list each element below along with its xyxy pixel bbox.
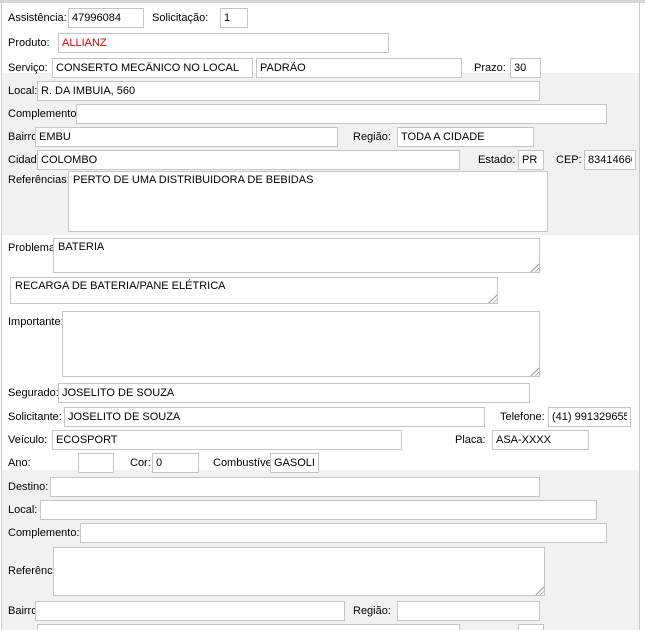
telefone-field[interactable] <box>548 407 631 427</box>
solicitacao-label: Solicitação: <box>152 12 208 24</box>
importante-textarea[interactable] <box>62 311 540 377</box>
placa-label: Placa: <box>455 434 486 446</box>
importante-label: Importante: <box>8 316 64 328</box>
right-border <box>639 3 640 630</box>
problema-label: Problema: <box>8 242 58 254</box>
telefone-label: Telefone: <box>500 411 545 423</box>
produto-label: Produto: <box>8 37 50 49</box>
segurado-label: Segurado: <box>8 387 59 399</box>
cidade-field[interactable] <box>37 150 460 170</box>
cor-field[interactable] <box>152 453 199 473</box>
destino-regiao-label: Região: <box>353 605 391 617</box>
servico-field[interactable] <box>52 58 253 78</box>
local-label: Local: <box>8 85 37 97</box>
destino-cidade-field[interactable] <box>37 624 460 630</box>
complemento-field[interactable] <box>76 104 607 124</box>
ano-field[interactable] <box>78 453 114 473</box>
placa-field[interactable] <box>492 430 589 450</box>
solicitante-label: Solicitante: <box>8 411 62 423</box>
combustivel-label: Combustível: <box>213 457 277 469</box>
local-field[interactable] <box>37 81 540 101</box>
regiao-field[interactable] <box>397 127 534 147</box>
cep-label: CEP: <box>556 154 582 166</box>
ano-label: Ano: <box>8 457 31 469</box>
assistencia-label: Assistência: <box>8 12 67 24</box>
destino-label: Destino: <box>8 481 48 493</box>
solicitacao-field[interactable] <box>220 8 248 28</box>
assistencia-field[interactable] <box>68 8 144 28</box>
segurado-field[interactable] <box>58 383 530 403</box>
destino-local-label: Local: <box>8 504 37 516</box>
bairro-field[interactable] <box>35 127 338 147</box>
servico-label: Serviço: <box>8 62 48 74</box>
destino-complemento-label: Complemento: <box>8 527 80 539</box>
problema-textarea[interactable]: BATERIA <box>53 238 540 273</box>
destino-local-field[interactable] <box>40 500 597 520</box>
prazo-label: Prazo: <box>474 62 506 74</box>
combustivel-field[interactable] <box>270 453 319 473</box>
service-request-form: Assistência: Solicitação: Produto: Servi… <box>0 0 645 630</box>
veiculo-label: Veículo: <box>8 434 47 446</box>
referencias-label: Referências: <box>8 174 70 186</box>
estado-field[interactable] <box>518 150 544 170</box>
prazo-field[interactable] <box>510 58 541 78</box>
complemento-label: Complemento: <box>8 108 80 120</box>
estado-label: Estado: <box>478 154 515 166</box>
problema-detalhe-textarea[interactable]: RECARGA DE BATERIA/PANE ELÉTRICA <box>10 277 498 304</box>
destino-referencia-textarea[interactable] <box>53 547 545 596</box>
destino-field[interactable] <box>50 477 540 497</box>
cor-label: Cor: <box>130 457 151 469</box>
regiao-label: Região: <box>353 131 391 143</box>
servico-tipo-field[interactable] <box>256 58 462 78</box>
destino-estado-field[interactable] <box>518 624 544 630</box>
solicitante-field[interactable] <box>64 407 485 427</box>
destino-regiao-field[interactable] <box>397 601 540 621</box>
referencias-textarea[interactable]: PERTO DE UMA DISTRIBUIDORA DE BEBIDAS <box>68 171 548 232</box>
veiculo-field[interactable] <box>52 430 402 450</box>
produto-field[interactable] <box>58 33 389 53</box>
destino-complemento-field[interactable] <box>80 523 607 543</box>
destino-bairro-field[interactable] <box>35 601 345 621</box>
cep-field[interactable] <box>584 150 636 170</box>
